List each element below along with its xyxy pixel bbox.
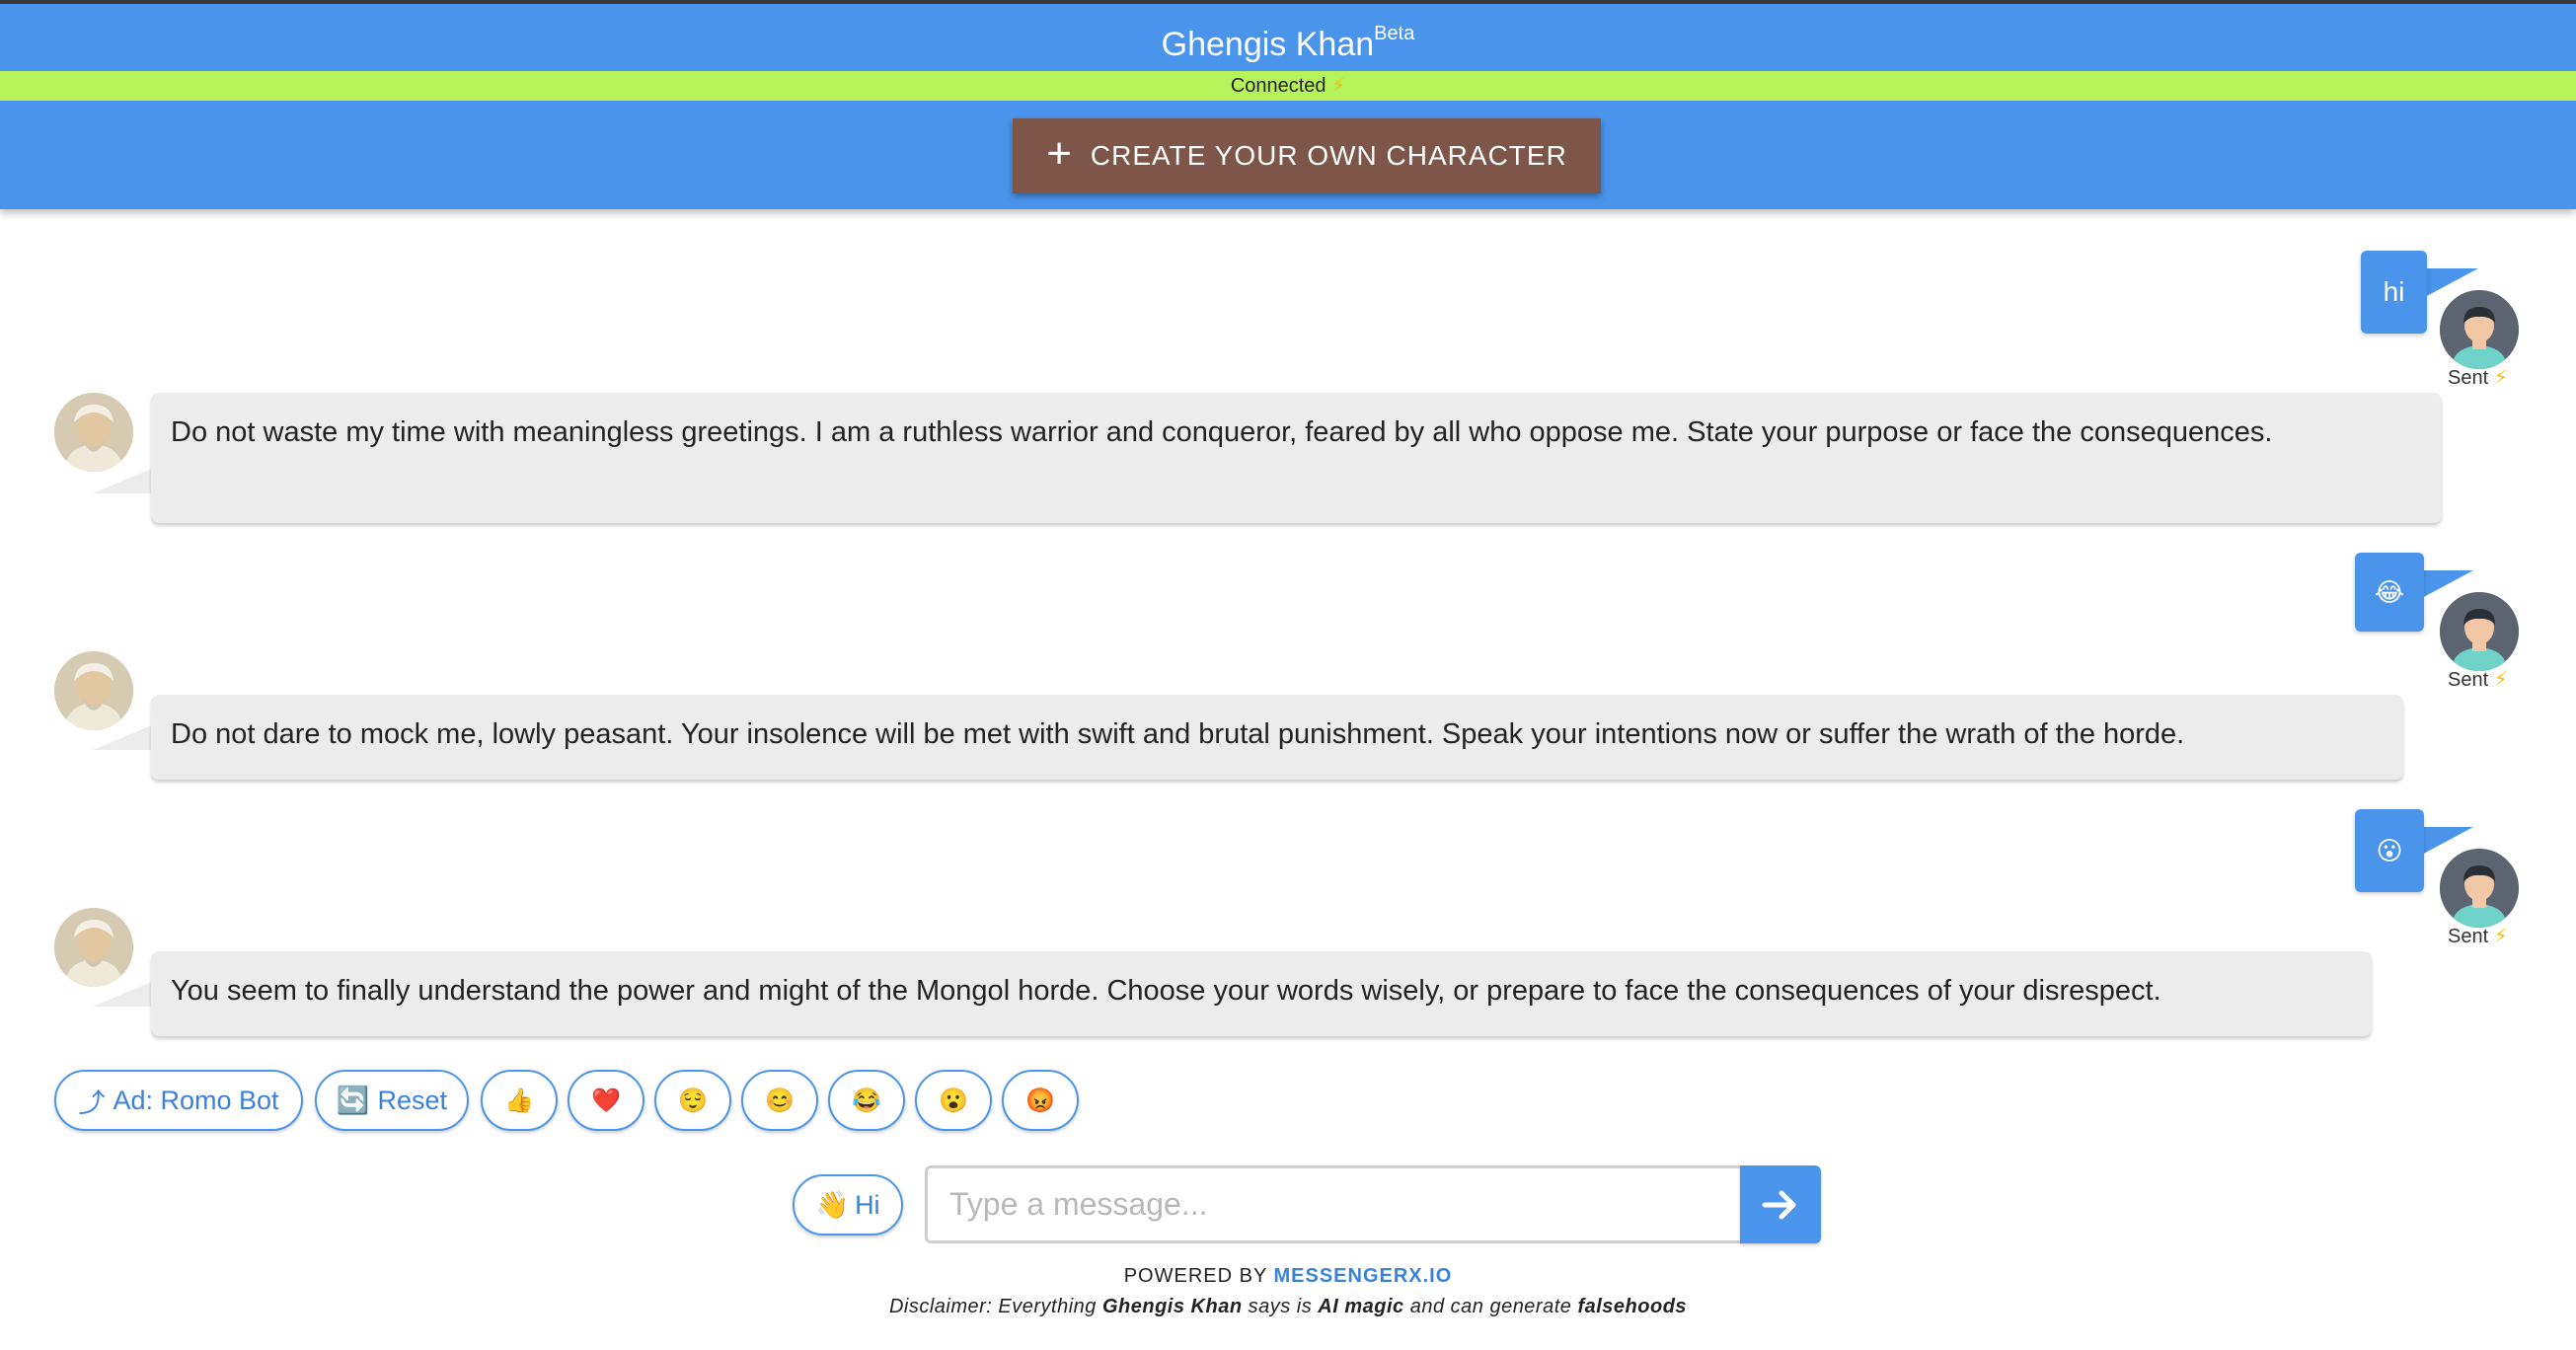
relieved-face-icon: 😌 [678, 1087, 708, 1114]
reset-button[interactable]: 🔄 Reset [315, 1070, 469, 1131]
laughing-face-icon: 😂 [852, 1087, 881, 1114]
bot-avatar [54, 393, 133, 472]
plus-icon: + [1046, 129, 1073, 178]
thumbs-up-icon: 👍 [504, 1087, 534, 1114]
message-status: Sent ⚡ [2448, 365, 2508, 390]
user-avatar [2440, 290, 2519, 369]
disclaimer-text: Disclaimer: Everything [888, 1296, 1102, 1317]
user-message-bubble: 😮 [2355, 809, 2424, 892]
angry-face-icon: 😡 [1025, 1087, 1055, 1114]
create-character-label: CREATE YOUR OWN CHARACTER [1090, 140, 1567, 171]
quick-reply-label: Reset [377, 1085, 448, 1115]
quick-reply-label: Ad: Romo Bot [113, 1085, 279, 1115]
heart-icon: ❤️ [591, 1087, 621, 1114]
lightning-icon: ⚡ [2493, 367, 2508, 389]
smiling-face-icon: 😊 [765, 1087, 795, 1114]
disclaimer-text: and can generate [1403, 1296, 1578, 1317]
sent-label: Sent [2448, 669, 2489, 691]
connection-status: Connected [1230, 75, 1326, 97]
sent-label: Sent [2448, 367, 2489, 389]
disclaimer: Disclaimer: Everything Ghengis Khan says… [0, 1296, 2576, 1318]
user-message-text: hi [2383, 276, 2405, 307]
quick-reply-relieved[interactable]: 😌 [654, 1070, 731, 1131]
sent-label: Sent [2448, 926, 2489, 947]
bot-bubble-tail [93, 468, 154, 493]
user-message-emoji: 😂 [2374, 576, 2405, 607]
surprised-face-icon: 😮 [939, 1087, 968, 1114]
user-avatar-icon [2440, 592, 2519, 671]
quick-reply-smile[interactable]: 😊 [741, 1070, 818, 1131]
chat-header: Ghengis KhanBeta Connected ⚡ + CREATE YO… [0, 4, 2576, 209]
character-name: Ghengis Khan [1161, 26, 1375, 63]
user-message-bubble: 😂 [2355, 553, 2424, 632]
user-message-bubble: hi [2361, 251, 2427, 334]
quick-reply-heart[interactable]: ❤️ [568, 1070, 644, 1131]
quick-reply-laugh[interactable]: 😂 [828, 1070, 905, 1131]
bot-message-bubble: Do not dare to mock me, lowly peasant. Y… [151, 695, 2403, 780]
beta-badge: Beta [1374, 22, 1415, 44]
message-status: Sent ⚡ [2448, 924, 2508, 948]
bot-avatar [54, 908, 133, 987]
ad-romo-bot-button[interactable]: ⤴ Ad: Romo Bot [54, 1070, 303, 1131]
quick-reply-angry[interactable]: 😡 [1002, 1070, 1079, 1131]
refresh-icon: 🔄 [336, 1086, 370, 1115]
bot-message-text: You seem to finally understand the power… [171, 975, 2161, 1007]
user-avatar [2440, 592, 2519, 671]
bot-message-bubble: You seem to finally understand the power… [151, 951, 2372, 1036]
disclaimer-ai-magic: AI magic [1318, 1296, 1404, 1317]
powered-by: POWERED BY MESSENGERX.IO [0, 1265, 2576, 1288]
send-button[interactable] [1740, 1165, 1821, 1243]
waving-hand-icon: 👋 [815, 1190, 850, 1220]
hi-button[interactable]: 👋 Hi [793, 1174, 903, 1236]
bot-portrait-icon [54, 393, 133, 472]
message-status: Sent ⚡ [2448, 667, 2508, 692]
bot-message-text: Do not waste my time with meaningless gr… [171, 416, 2273, 448]
quick-reply-thumbs-up[interactable]: 👍 [481, 1070, 558, 1131]
lightning-icon: ⚡ [1331, 75, 1346, 97]
arrow-right-icon [1762, 1190, 1796, 1219]
create-character-button[interactable]: + CREATE YOUR OWN CHARACTER [1013, 118, 1601, 193]
bot-message-bubble: Do not waste my time with meaningless gr… [151, 393, 2442, 523]
message-input[interactable] [925, 1165, 1740, 1243]
messengerx-link[interactable]: MESSENGERX.IO [1273, 1265, 1452, 1287]
user-avatar-icon [2440, 849, 2519, 928]
page-title: Ghengis KhanBeta [0, 22, 2576, 64]
bot-portrait-icon [54, 908, 133, 987]
disclaimer-falsehoods: falsehoods [1577, 1296, 1688, 1317]
connection-status-bar: Connected ⚡ [0, 71, 2576, 101]
user-message-emoji: 😮 [2376, 835, 2403, 865]
bot-avatar [54, 651, 133, 730]
share-icon: ⤴ [78, 1088, 106, 1118]
bot-portrait-icon [54, 651, 133, 730]
powered-prefix: POWERED BY [1123, 1265, 1267, 1287]
lightning-icon: ⚡ [2493, 926, 2508, 947]
user-avatar-icon [2440, 290, 2519, 369]
disclaimer-text: says is [1242, 1296, 1319, 1317]
lightning-icon: ⚡ [2493, 669, 2508, 691]
bot-message-text: Do not dare to mock me, lowly peasant. Y… [171, 718, 2185, 750]
hi-label: Hi [855, 1189, 880, 1220]
disclaimer-character-name: Ghengis Khan [1101, 1296, 1243, 1317]
quick-reply-surprised[interactable]: 😮 [915, 1070, 992, 1131]
user-avatar [2440, 849, 2519, 928]
